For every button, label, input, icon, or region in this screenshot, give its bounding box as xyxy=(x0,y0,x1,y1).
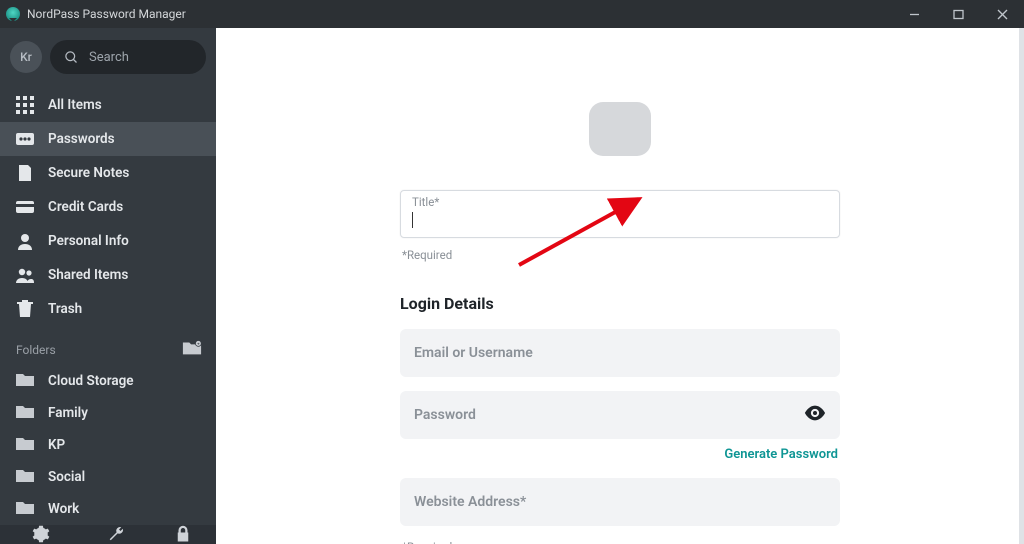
bottom-bar: Settings Tools Lock xyxy=(0,525,216,544)
nav-label: Shared Items xyxy=(48,267,128,283)
nav-list: All Items Passwords Secure Notes Credit … xyxy=(0,82,216,326)
nav-passwords[interactable]: Passwords xyxy=(0,122,216,156)
lock-button[interactable]: Lock xyxy=(172,525,196,544)
folder-cloud-storage[interactable]: Cloud Storage xyxy=(0,365,216,397)
nav-label: Passwords xyxy=(48,131,115,147)
settings-button[interactable]: Settings xyxy=(21,525,61,544)
folder-kp[interactable]: KP xyxy=(0,429,216,461)
nav-label: Credit Cards xyxy=(48,199,123,215)
lock-icon xyxy=(174,525,192,543)
titlebar: NordPass Password Manager xyxy=(0,0,1024,28)
search-icon xyxy=(64,50,79,65)
title-input[interactable] xyxy=(400,190,840,238)
search-placeholder: Search xyxy=(89,50,129,65)
nav-shared-items[interactable]: Shared Items xyxy=(0,258,216,292)
email-input[interactable]: Email or Username xyxy=(400,329,840,377)
folder-icon xyxy=(16,468,34,486)
folder-icon xyxy=(16,436,34,454)
people-icon xyxy=(16,266,34,284)
minimize-button[interactable] xyxy=(892,0,936,28)
nav-label: Secure Notes xyxy=(48,165,129,181)
add-folder-icon[interactable]: + xyxy=(182,340,202,359)
folder-social[interactable]: Social xyxy=(0,461,216,493)
folder-work[interactable]: Work xyxy=(0,493,216,525)
nav-label: Trash xyxy=(48,301,82,317)
grid-icon xyxy=(16,96,34,114)
person-icon xyxy=(16,232,34,250)
scrollbar[interactable] xyxy=(1019,28,1024,544)
title-field-wrap: Title* xyxy=(400,190,840,238)
tools-button[interactable]: Tools xyxy=(103,525,130,544)
required-note: *Required xyxy=(402,248,838,262)
avatar[interactable]: Kr xyxy=(10,41,42,73)
maximize-button[interactable] xyxy=(936,0,980,28)
app-logo-icon xyxy=(6,7,20,21)
main-panel: Title* *Required Login Details Email or … xyxy=(216,28,1024,544)
folder-icon xyxy=(16,404,34,422)
item-thumbnail[interactable] xyxy=(589,102,651,156)
card-icon xyxy=(16,198,34,216)
password-input[interactable]: Password xyxy=(400,391,840,439)
nav-label: Personal Info xyxy=(48,233,129,249)
window-controls xyxy=(892,0,1024,28)
folders-header: Folders + xyxy=(0,326,216,365)
folder-icon xyxy=(16,372,34,390)
wrench-icon xyxy=(107,525,125,543)
email-placeholder: Email or Username xyxy=(414,345,533,361)
search-input[interactable]: Search xyxy=(50,40,206,74)
folder-family[interactable]: Family xyxy=(0,397,216,429)
password-placeholder: Password xyxy=(414,407,476,423)
nav-trash[interactable]: Trash xyxy=(0,292,216,326)
generate-password-link[interactable]: Generate Password xyxy=(400,447,838,462)
nav-all-items[interactable]: All Items xyxy=(0,88,216,122)
svg-text:+: + xyxy=(197,342,200,347)
folder-icon xyxy=(16,500,34,518)
sidebar: Kr Search All Items Passwords Secure Not… xyxy=(0,28,216,544)
text-caret xyxy=(412,212,413,228)
folder-label: Cloud Storage xyxy=(48,373,134,389)
folders-title: Folders xyxy=(16,343,56,357)
folder-label: Work xyxy=(48,501,79,517)
window-title: NordPass Password Manager xyxy=(27,7,186,21)
nav-credit-cards[interactable]: Credit Cards xyxy=(0,190,216,224)
required-note-2: *Required xyxy=(402,540,838,544)
trash-icon xyxy=(16,300,34,318)
gear-icon xyxy=(32,525,50,543)
folder-label: Family xyxy=(48,405,88,421)
note-icon xyxy=(16,164,34,182)
eye-icon[interactable] xyxy=(804,405,826,425)
close-button[interactable] xyxy=(980,0,1024,28)
website-input[interactable]: Website Address* xyxy=(400,478,840,526)
folder-label: KP xyxy=(48,437,65,453)
password-icon xyxy=(16,130,34,148)
nav-secure-notes[interactable]: Secure Notes xyxy=(0,156,216,190)
folder-label: Social xyxy=(48,469,85,485)
nav-personal-info[interactable]: Personal Info xyxy=(0,224,216,258)
nav-label: All Items xyxy=(48,97,102,113)
website-placeholder: Website Address* xyxy=(414,494,526,510)
login-details-heading: Login Details xyxy=(400,294,840,313)
